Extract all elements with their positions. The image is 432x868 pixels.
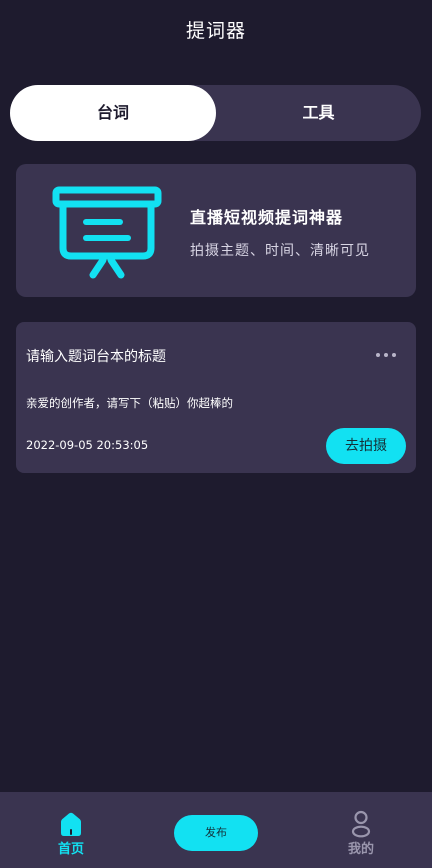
hero-banner: 直播短视频提词神器 拍摄主题、时间、清晰可见 (16, 164, 416, 297)
hero-title: 直播短视频提词神器 (190, 208, 344, 227)
nav-home-label: 首页 (57, 842, 84, 857)
tab-tools[interactable]: 工具 (216, 85, 421, 141)
go-shoot-button[interactable]: 去拍摄 (326, 428, 406, 464)
nav-mine[interactable]: 我的 (321, 792, 401, 868)
more-dot (376, 353, 380, 357)
tab-switcher: 台词 工具 (10, 85, 421, 141)
script-title: 请输入题词台本的标题 (26, 349, 166, 365)
script-preview: 亲爱的创作者，请写下（粘贴）你超棒的 (26, 396, 233, 410)
nav-mine-label: 我的 (347, 842, 374, 857)
more-horizontal-icon[interactable] (376, 348, 396, 362)
more-dot (392, 353, 396, 357)
tab-script[interactable]: 台词 (10, 85, 216, 141)
presentation-board-icon (52, 186, 162, 279)
script-card[interactable]: 请输入题词台本的标题 亲爱的创作者，请写下（粘贴）你超棒的 2022-09-05… (16, 322, 416, 473)
script-date: 2022-09-05 20:53:05 (26, 438, 149, 452)
home-icon (61, 812, 81, 836)
page-title: 提词器 (185, 20, 246, 42)
user-icon (351, 810, 371, 838)
more-dot (384, 353, 388, 357)
bottom-nav: 首页 发布 我的 (0, 792, 432, 868)
publish-button[interactable]: 发布 (174, 815, 258, 851)
nav-home[interactable]: 首页 (31, 792, 111, 868)
app-screen: 提词器 台词 工具 直播短视频提词神器 拍摄主题、时间、清晰可见 请输入题词台本… (0, 0, 432, 868)
hero-subtitle: 拍摄主题、时间、清晰可见 (190, 243, 370, 259)
